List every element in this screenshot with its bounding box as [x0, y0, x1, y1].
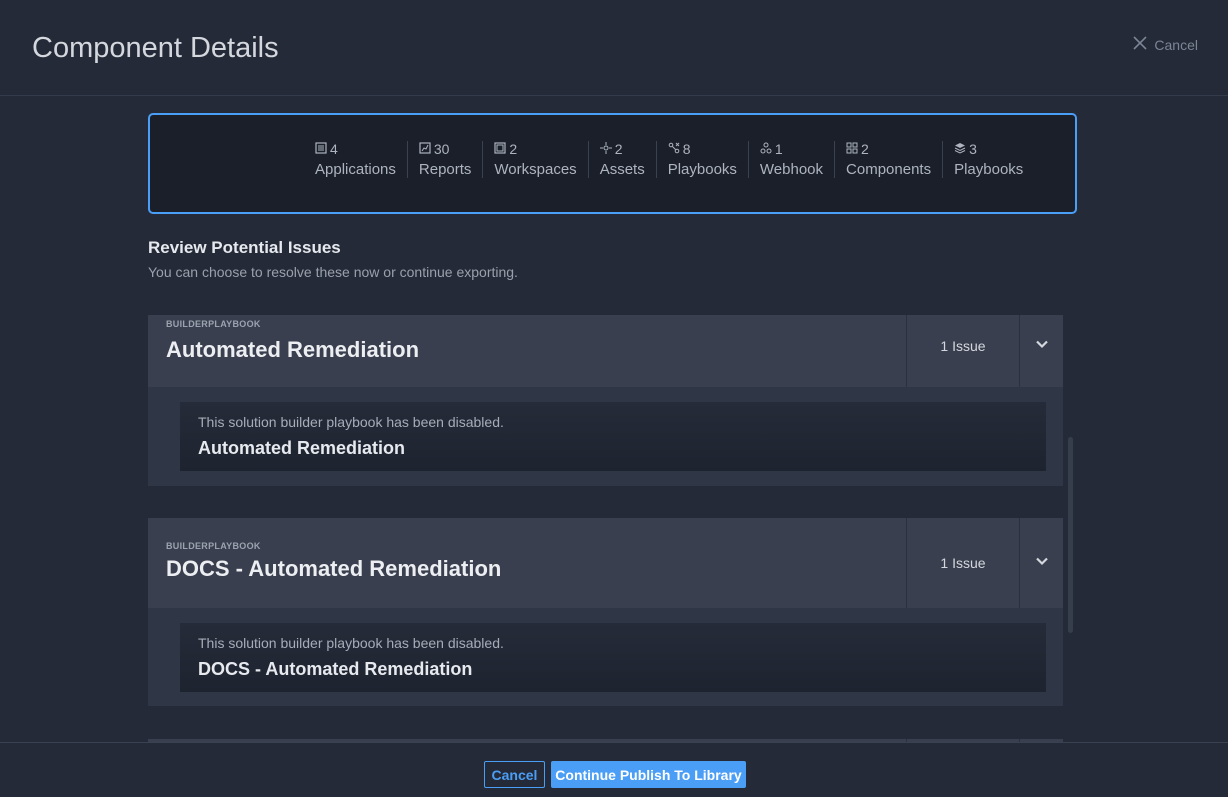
header-cancel-label: Cancel	[1154, 36, 1198, 53]
reports-icon	[419, 141, 431, 157]
applications-label: Applications	[315, 161, 396, 178]
summary-builder-playbooks: 3 Playbooks	[942, 141, 1034, 178]
components-label: Components	[846, 161, 932, 178]
component-summary: 4 Applications 30 Reports 2 Workspaces 2…	[148, 113, 1077, 214]
issue-card-body: This solution builder playbook has been …	[148, 387, 1063, 486]
scrollbar-thumb[interactable]	[1068, 437, 1073, 633]
reports-count: 30	[433, 141, 450, 157]
summary-applications: 4 Applications	[303, 141, 407, 178]
header-cancel-button[interactable]: Cancel	[1133, 36, 1198, 53]
close-icon	[1133, 36, 1147, 53]
summary-webhook: 1 Webhook	[747, 141, 834, 178]
applications-icon	[315, 141, 327, 157]
webhook-label: Webhook	[759, 161, 824, 178]
summary-assets: 2 Assets	[587, 141, 656, 178]
issue-card-header: BUILDERPLAYBOOK DOCS - Automated Remedia…	[148, 518, 1063, 608]
layers-icon	[954, 141, 966, 157]
review-issues-title: Review Potential Issues	[148, 238, 341, 257]
applications-count: 4	[330, 141, 338, 157]
playbooks-icon	[668, 141, 680, 157]
reports-label: Reports	[418, 161, 472, 178]
issue-card-body: This solution builder playbook has been …	[148, 608, 1063, 706]
issue-type: BUILDERPLAYBOOK	[166, 319, 261, 329]
expand-toggle-button[interactable]	[1019, 518, 1063, 608]
playbooks-count: 8	[682, 141, 691, 157]
issue-count: 1 Issue	[906, 315, 1019, 387]
summary-workspaces: 2 Workspaces	[482, 141, 587, 178]
issue-item-name: DOCS - Automated Remediation	[198, 659, 473, 679]
components-count: 2	[861, 141, 869, 157]
builder-playbooks-label: Playbooks	[954, 161, 1024, 178]
chevron-down-icon	[1035, 337, 1049, 356]
modal-footer: Cancel Continue Publish To Library	[0, 742, 1228, 797]
issue-detail: This solution builder playbook has been …	[180, 623, 1046, 692]
modal-header: Component Details Cancel	[0, 0, 1228, 96]
review-issues-subtitle: You can choose to resolve these now or c…	[148, 264, 518, 280]
issue-count: 1 Issue	[906, 518, 1019, 608]
components-icon	[846, 141, 858, 157]
issue-type: BUILDERPLAYBOOK	[166, 541, 261, 551]
webhook-icon	[760, 141, 772, 157]
issue-message: This solution builder playbook has been …	[198, 635, 504, 651]
summary-reports: 30 Reports	[406, 141, 483, 178]
summary-components: 2 Components	[834, 141, 942, 178]
workspaces-label: Workspaces	[494, 161, 577, 178]
workspaces-icon	[494, 141, 507, 157]
cancel-button[interactable]: Cancel	[484, 761, 545, 788]
issue-item-name: Automated Remediation	[198, 438, 406, 458]
issue-message: This solution builder playbook has been …	[198, 414, 504, 430]
chevron-down-icon	[1035, 554, 1049, 573]
playbooks-label: Playbooks	[667, 161, 737, 178]
issue-card: BUILDERPLAYBOOK DOCS - Automated Remedia…	[148, 518, 1063, 706]
workspaces-count: 2	[509, 141, 518, 157]
builder-playbooks-count: 3	[969, 141, 977, 157]
issue-title: Automated Remediation	[166, 337, 420, 362]
page-title: Component Details	[32, 32, 279, 64]
summary-playbooks: 8 Playbooks	[655, 141, 748, 178]
issue-detail: This solution builder playbook has been …	[180, 402, 1046, 471]
expand-toggle-button[interactable]	[1019, 315, 1063, 387]
assets-count: 2	[614, 141, 623, 157]
issue-card-header: BUILDERPLAYBOOK Automated Remediation 1 …	[148, 315, 1063, 387]
assets-label: Assets	[599, 161, 645, 178]
issues-list[interactable]: BUILDERPLAYBOOK Automated Remediation 1 …	[148, 315, 1063, 742]
webhook-count: 1	[774, 141, 783, 157]
continue-publish-button[interactable]: Continue Publish To Library	[551, 761, 746, 788]
issue-title: DOCS - Automated Remediation	[166, 556, 502, 581]
assets-icon	[599, 141, 612, 157]
issue-card: BUILDERPLAYBOOK Automated Remediation 1 …	[148, 315, 1063, 486]
